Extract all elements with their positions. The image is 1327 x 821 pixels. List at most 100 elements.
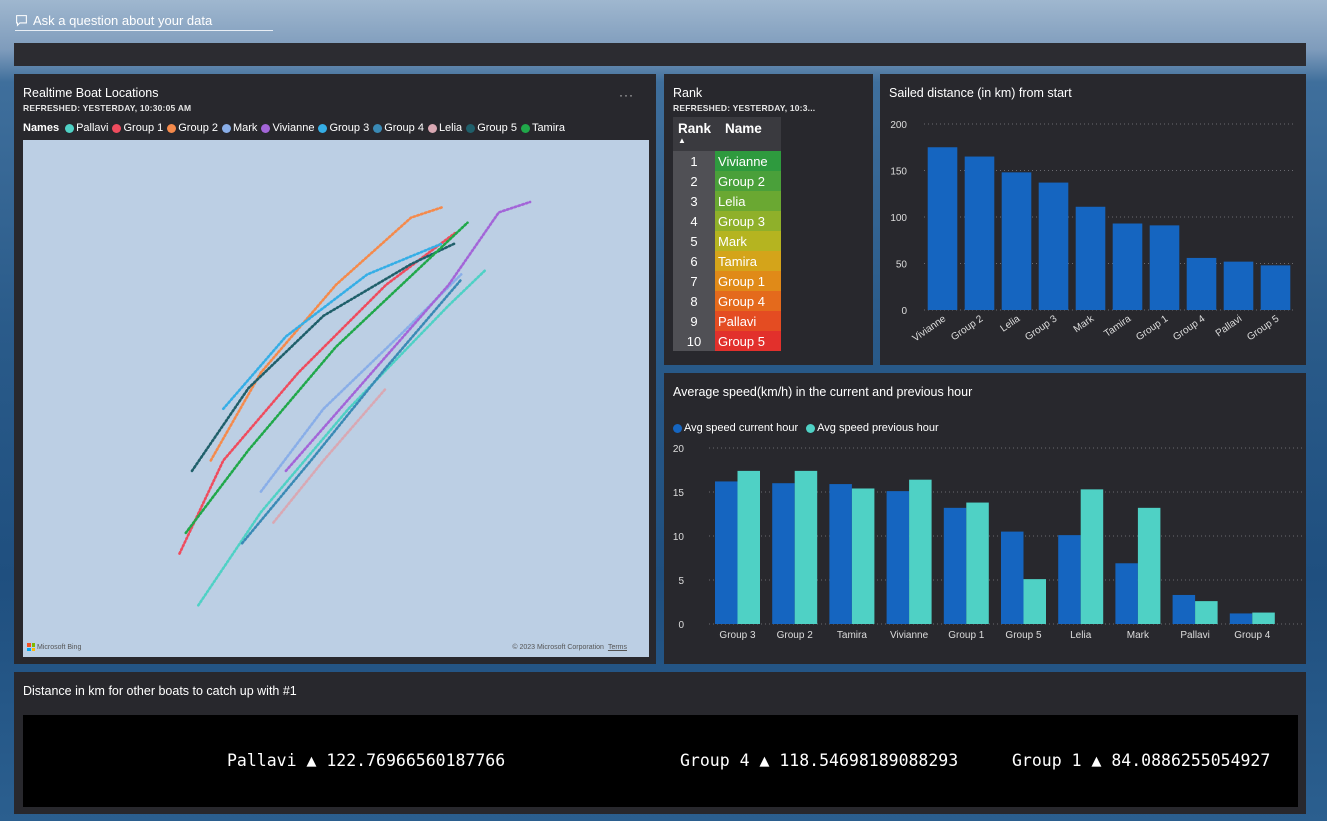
avg-speed-tile[interactable]: Average speed(km/h) in the current and p… [664,373,1306,664]
bar [1115,563,1138,624]
rank-row[interactable]: 7 Group 1 [673,271,782,291]
legend-title: Names [23,122,60,134]
legend-dot-icon [466,123,476,133]
rank-cell: 3 [673,191,716,211]
x-tick-label: Pallavi [1214,313,1244,339]
header-strip [14,43,1306,66]
x-tick-label: Group 3 [719,630,756,641]
legend-dot-icon [427,123,437,133]
legend-item[interactable]: Group 5 [466,122,517,134]
bing-label: Microsoft Bing [37,643,82,651]
bar [966,502,989,624]
legend-item[interactable]: Tamira [520,122,565,134]
rank-refreshed: REFRESHED: YESTERDAY, 10:3... [673,103,816,113]
y-tick-label: 5 [678,576,684,587]
ellipsis-icon[interactable]: ··· [619,88,634,102]
rank-cell: 1 [673,151,716,171]
name-cell: Group 4 [715,291,782,311]
kpi-title: Distance in km for other boats to catch … [23,684,297,698]
legend-dot-icon [112,123,122,133]
avg-speed-chart: 0 5 10 15 20 Group 3 Group 2 Tamira Vivianne Grou… [673,444,1304,641]
rank-title: Rank [673,86,703,100]
rank-row[interactable]: 9 Pallavi [673,311,782,331]
bar [927,147,958,310]
boat-track [184,221,469,535]
legend-item[interactable]: Group 3 [318,122,369,134]
bar [1038,182,1069,310]
terms-link[interactable]: Terms [608,644,627,651]
legend-item[interactable]: Lelia [427,122,462,134]
kpi-item: Group 4 ▲ 118.54698189088293 [680,751,959,770]
copyright-text: © 2023 Microsoft Corporation [512,644,604,651]
y-tick-label: 0 [678,620,684,631]
speech-bubble-icon [16,14,27,27]
boat-track [209,205,444,462]
legend-item[interactable]: Mark [221,122,257,134]
name-cell: Pallavi [715,311,782,331]
legend-dot-icon [221,123,231,133]
bar [715,481,738,624]
name-cell: Group 2 [715,171,782,191]
bar [1001,172,1032,310]
legend-dot-icon [65,123,75,133]
legend-item[interactable]: Vivianne [261,122,314,134]
rank-tile[interactable]: Rank REFRESHED: YESTERDAY, 10:3... Rank ▲… [664,74,873,365]
x-tick-label: Mark [1072,313,1097,335]
catch-up-tile[interactable]: Distance in km for other boats to catch … [14,672,1306,814]
name-column-header[interactable]: Name [715,117,782,151]
bar [737,470,760,624]
boat-track [284,200,532,473]
rank-column-header[interactable]: Rank ▲ [673,117,716,151]
legend-item[interactable]: Group 2 [167,122,218,134]
name-cell: Lelia [715,191,782,211]
map-copyright: © 2023 Microsoft Corporation Terms [512,644,627,651]
rank-cell: 5 [673,231,716,251]
bar [1260,265,1291,310]
name-cell: Mark [715,231,782,251]
bar [1137,507,1161,624]
x-tick-label: Vivianne [911,313,949,344]
y-tick-label: 20 [673,444,685,455]
x-tick-label: Lelia [999,313,1023,334]
bar [1080,489,1104,624]
rank-row[interactable]: 5 Mark [673,231,782,251]
rank-cell: 8 [673,291,716,311]
map-tile[interactable]: Realtime Boat Locations REFRESHED: YESTE… [14,74,656,664]
rank-row[interactable]: 6 Tamira [673,251,782,271]
bar [794,470,818,624]
up-arrow-icon: ▲ [306,751,317,770]
rank-cell: 7 [673,271,716,291]
sort-ascending-icon: ▲ [678,136,686,145]
map-title: Realtime Boat Locations [23,86,159,100]
y-tick-label: 200 [890,120,907,131]
x-tick-label: Group 1 [1134,313,1170,343]
x-tick-label: Lelia [1070,630,1092,641]
rank-row[interactable]: 2 Group 2 [673,171,782,191]
legend-item[interactable]: Group 1 [112,122,163,134]
bar [1223,261,1254,310]
x-tick-label: Group 4 [1234,630,1271,641]
map-legend: Names Pallavi Group 1 Group 2 Mark Vivianne G… [23,122,569,134]
x-tick-label: Tamira [1102,313,1133,339]
legend-item[interactable]: Pallavi [65,122,108,134]
legend-dot-icon [373,123,383,133]
sailed-distance-tile[interactable]: Sailed distance (in km) from start 0 50 10… [880,74,1306,365]
bar [943,507,967,624]
bar [829,484,852,624]
rank-row[interactable]: 3 Lelia [673,191,782,211]
map-canvas[interactable]: Microsoft Bing © 2023 Microsoft Corporat… [23,140,649,657]
rank-row[interactable]: 1 Vivianne [673,151,782,171]
rank-row[interactable]: 4 Group 3 [673,211,782,231]
boat-tracks [178,200,532,607]
rank-cell: 10 [673,331,716,351]
rank-row[interactable]: 10 Group 5 [673,331,782,351]
qa-question-box[interactable]: Ask a question about your data [15,10,273,31]
kpi-item: Pallavi ▲ 122.76966560187766 [227,751,506,770]
legend-item[interactable]: Group 4 [373,122,424,134]
x-tick-label: Group 2 [777,630,814,641]
y-tick-label: 150 [890,167,907,178]
rank-row[interactable]: 8 Group 4 [673,291,782,311]
bar [1149,225,1180,310]
bar [1058,535,1081,624]
up-arrow-icon: ▲ [759,751,770,770]
